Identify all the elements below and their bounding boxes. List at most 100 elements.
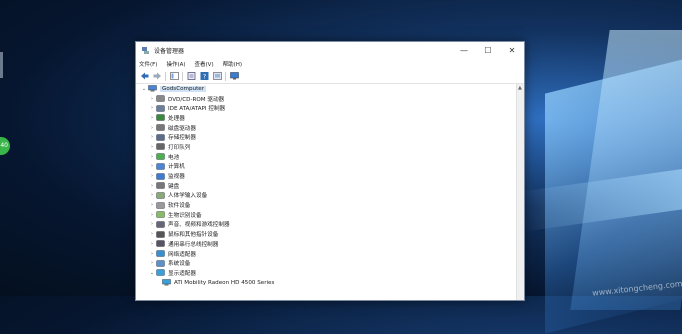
expand-chevron-icon[interactable]: › — [148, 260, 156, 266]
monitor-icon[interactable] — [229, 71, 239, 81]
show-hide-tree-icon[interactable] — [169, 71, 179, 81]
back-arrow-icon[interactable] — [139, 71, 149, 81]
tree-root[interactable]: ⌄ GodsComputer — [136, 84, 524, 94]
expand-chevron-icon[interactable]: › — [148, 241, 156, 247]
tree-item[interactable]: › 磁盘驱动器 — [136, 123, 524, 133]
hid-icon — [156, 192, 165, 199]
tree-item-label: 软件设备 — [168, 203, 191, 210]
tree-item-label: 声音、视频和游戏控制器 — [168, 222, 230, 229]
tree-item[interactable]: › 生物识别设备 — [136, 210, 524, 220]
tree-item[interactable]: › 软件设备 — [136, 200, 524, 210]
tree-item[interactable]: › 通用串行总线控制器 — [136, 239, 524, 249]
expand-chevron-icon[interactable]: › — [148, 96, 156, 102]
tree-item[interactable]: › 鼠标和其他指针设备 — [136, 229, 524, 239]
tree-child-label: ATI Mobility Radeon HD 4500 Series — [174, 279, 275, 286]
tree-item[interactable]: › 网络适配器 — [136, 249, 524, 259]
tree-item[interactable]: › IDE ATA/ATAPI 控制器 — [136, 103, 524, 113]
collapse-chevron-icon[interactable]: ⌄ — [140, 86, 148, 92]
tree-item[interactable]: › 系统设备 — [136, 258, 524, 268]
tree-item-label: 存储控制器 — [168, 135, 196, 142]
processor-icon — [156, 114, 165, 122]
disk-drive-icon — [156, 124, 165, 131]
biometric-icon — [156, 211, 165, 218]
collapse-chevron-icon[interactable]: ⌄ — [148, 270, 156, 276]
tree-item[interactable]: › 电池 — [136, 152, 524, 162]
menu-view[interactable]: 查看(V) — [195, 60, 214, 68]
sound-icon — [156, 221, 165, 228]
system-device-icon — [156, 260, 165, 267]
help-icon[interactable]: ? — [199, 71, 209, 81]
wallpaper-light-beam — [570, 30, 682, 310]
tree-item-label: 通用串行总线控制器 — [168, 241, 219, 248]
network-adapter-icon — [156, 250, 165, 257]
menu-bar: 文件(F) 操作(A) 查看(V) 帮助(H) — [136, 58, 524, 69]
computer-icon — [148, 85, 157, 92]
tree-item[interactable]: › 键盘 — [136, 181, 524, 191]
tree-child-item[interactable]: ATI Mobility Radeon HD 4500 Series — [136, 278, 524, 288]
tree-item[interactable]: › 打印队列 — [136, 142, 524, 152]
properties-icon[interactable] — [186, 71, 196, 81]
ide-controller-icon — [156, 105, 165, 112]
tree-item[interactable]: ⌄ 显示适配器 — [136, 268, 524, 278]
expand-chevron-icon[interactable]: › — [148, 163, 156, 169]
software-device-icon — [156, 201, 165, 209]
usb-icon — [156, 240, 165, 248]
monitor-icon — [156, 172, 165, 180]
keyboard-icon — [156, 182, 165, 189]
battery-icon — [156, 153, 165, 160]
expand-chevron-icon[interactable]: › — [148, 154, 156, 160]
close-button[interactable]: ✕ — [500, 42, 524, 58]
expand-chevron-icon[interactable]: › — [148, 212, 156, 218]
tree-item-label: 磁盘驱动器 — [168, 125, 196, 132]
tree-item[interactable]: › 监视器 — [136, 171, 524, 181]
tree-item-label: 生物识别设备 — [168, 212, 202, 219]
expand-chevron-icon[interactable]: › — [148, 115, 156, 121]
device-manager-icon — [140, 45, 150, 55]
tree-item[interactable]: › 存储控制器 — [136, 132, 524, 142]
tree-item-label: 电池 — [168, 154, 180, 161]
tree-item[interactable]: › 计算机 — [136, 162, 524, 172]
tree-item-label: 计算机 — [168, 164, 185, 171]
computer-icon — [156, 163, 165, 170]
tree-item[interactable]: › 处理器 — [136, 113, 524, 123]
desktop-floating-badge[interactable]: 40 — [0, 137, 10, 155]
display-adapter-icon — [162, 279, 171, 286]
expand-chevron-icon[interactable]: › — [148, 202, 156, 208]
expand-chevron-icon[interactable]: › — [148, 173, 156, 179]
expand-chevron-icon[interactable]: › — [148, 221, 156, 227]
maximize-button[interactable]: ☐ — [476, 42, 500, 58]
tree-root-label: GodsComputer — [160, 85, 207, 92]
forward-arrow-icon[interactable] — [152, 71, 162, 81]
expand-chevron-icon[interactable]: › — [148, 231, 156, 237]
tree-item[interactable]: › 声音、视频和游戏控制器 — [136, 220, 524, 230]
update-driver-icon[interactable] — [212, 71, 222, 81]
menu-file[interactable]: 文件(F) — [139, 60, 157, 68]
menu-help[interactable]: 帮助(H) — [223, 60, 242, 68]
menu-action[interactable]: 操作(A) — [166, 60, 185, 68]
title-bar[interactable]: 设备管理器 — ☐ ✕ — [136, 42, 524, 58]
tree-item-label: 处理器 — [168, 115, 185, 122]
tree-item[interactable]: › 人体学输入设备 — [136, 191, 524, 201]
desktop-edge-widget — [0, 52, 3, 78]
storage-controller-icon — [156, 134, 165, 141]
window-title: 设备管理器 — [154, 47, 185, 55]
display-adapter-icon — [156, 269, 165, 277]
toolbar: ? — [136, 69, 524, 84]
tree-item[interactable]: › DVD/CD-ROM 驱动器 — [136, 94, 524, 104]
scroll-up-icon[interactable]: ▲ — [518, 85, 522, 91]
printer-icon — [156, 143, 165, 151]
expand-chevron-icon[interactable]: › — [148, 251, 156, 257]
tree-item-label: 人体学输入设备 — [168, 193, 208, 200]
minimize-button[interactable]: — — [452, 42, 476, 58]
expand-chevron-icon[interactable]: › — [148, 192, 156, 198]
dvd-drive-icon — [156, 95, 165, 102]
expand-chevron-icon[interactable]: › — [148, 183, 156, 189]
tree-item-label: 鼠标和其他指针设备 — [168, 232, 219, 239]
vertical-scrollbar[interactable]: ▲ — [516, 84, 524, 300]
expand-chevron-icon[interactable]: › — [148, 144, 156, 150]
watermark-text: www.xitongcheng.com — [591, 279, 682, 298]
expand-chevron-icon[interactable]: › — [148, 125, 156, 131]
expand-chevron-icon[interactable]: › — [148, 134, 156, 140]
tree-item-label: 显示适配器 — [168, 270, 196, 277]
expand-chevron-icon[interactable]: › — [148, 105, 156, 111]
